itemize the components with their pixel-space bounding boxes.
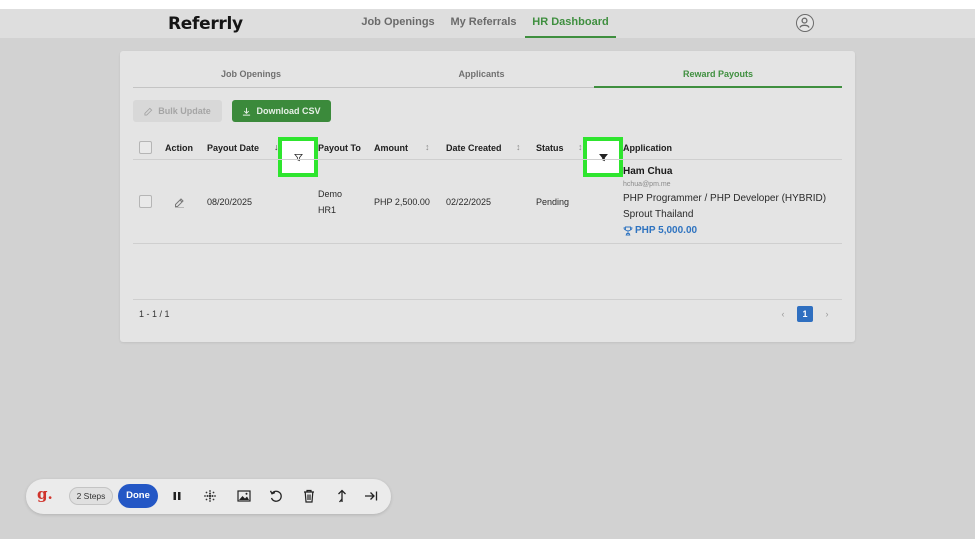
row-checkbox[interactable] [139, 195, 152, 208]
reward-amount: PHP 5,000.00 [635, 225, 698, 236]
download-csv-label: Download CSV [256, 106, 321, 116]
status-filter-highlight[interactable] [583, 137, 623, 177]
date-created-cell: 02/22/2025 [446, 197, 492, 207]
top-navbar: Referrly Job Openings My Referrals HR Da… [0, 9, 975, 38]
subtab-reward-payouts[interactable]: Reward Payouts [594, 63, 842, 88]
recorder-logo: g. [37, 485, 53, 503]
application-reward: PHP 5,000.00 [623, 225, 697, 236]
trash-icon[interactable] [300, 487, 318, 505]
share-arrow-icon[interactable] [333, 487, 351, 505]
download-csv-button[interactable]: Download CSV [232, 100, 331, 122]
pagination-prev-button[interactable]: ‹ [775, 306, 791, 322]
status-cell: Pending [536, 197, 570, 207]
edit-pencil-icon[interactable] [174, 195, 185, 213]
undo-icon[interactable] [267, 487, 285, 505]
pagination-next-button[interactable]: › [819, 306, 835, 322]
applicant-name[interactable]: Ham Chua [623, 166, 672, 177]
column-header-status[interactable]: Status [536, 143, 564, 153]
blur-icon[interactable] [201, 487, 219, 505]
user-circle-icon[interactable] [796, 14, 814, 32]
nav-hr-dashboard[interactable]: HR Dashboard [525, 9, 616, 38]
status-sort-icon[interactable]: ↕ [578, 142, 583, 152]
application-job-title: PHP Programmer / PHP Developer (HYBRID) [623, 193, 827, 204]
payout-to-line1: Demo [318, 189, 343, 199]
pagination-count: 1 - 1 / 1 [139, 309, 170, 319]
filter-filled-icon [598, 153, 608, 161]
column-header-date-created[interactable]: Date Created [446, 143, 502, 153]
footer-divider [133, 299, 842, 300]
bulk-update-label: Bulk Update [158, 106, 211, 116]
row-divider [133, 243, 842, 244]
screen-dim-overlay: Referrly Job Openings My Referrals HR Da… [0, 9, 975, 539]
bulk-update-button[interactable]: Bulk Update [133, 100, 222, 122]
dashboard-subtabs: Job Openings Applicants Reward Payouts [133, 63, 842, 88]
filter-outline-icon [293, 153, 303, 161]
amount-sort-icon[interactable]: ↕ [425, 142, 430, 152]
nav-job-openings[interactable]: Job Openings [357, 9, 439, 38]
amount-cell: PHP 2,500.00 [374, 197, 430, 207]
header-divider [133, 159, 842, 160]
pagination-page-1[interactable]: 1 [797, 306, 813, 322]
steps-counter[interactable]: 2 Steps [69, 487, 113, 505]
payout-to-line2: HR1 [318, 205, 337, 215]
payout-date-cell: 08/20/2025 [207, 197, 253, 207]
column-header-amount[interactable]: Amount [374, 143, 408, 153]
select-all-checkbox[interactable] [139, 141, 152, 154]
skip-to-end-icon[interactable] [362, 487, 380, 505]
column-header-action: Action [165, 143, 193, 153]
trophy-icon [623, 226, 633, 235]
download-icon [243, 107, 251, 116]
edit-icon [144, 107, 153, 116]
application-company: Sprout Thailand [623, 209, 694, 220]
column-header-payout-date[interactable]: Payout Date [207, 143, 259, 153]
done-button[interactable]: Done [118, 484, 158, 508]
column-header-payout-to[interactable]: Payout To [318, 143, 361, 153]
nav-my-referrals[interactable]: My Referrals [447, 9, 520, 38]
subtab-applicants[interactable]: Applicants [369, 63, 594, 88]
recorder-toolbar: g. 2 Steps Done [26, 479, 391, 514]
pause-icon[interactable] [168, 487, 186, 505]
column-header-application: Application [623, 143, 672, 153]
payout-date-filter-highlight[interactable] [278, 137, 318, 177]
reward-payouts-card: Job Openings Applicants Reward Payouts B… [120, 51, 855, 342]
image-icon[interactable] [235, 487, 253, 505]
date-created-sort-icon[interactable]: ↕ [516, 142, 521, 152]
app-logo[interactable]: Referrly [168, 14, 243, 34]
applicant-email: hchua@pm.me [623, 181, 671, 188]
subtab-job-openings[interactable]: Job Openings [133, 63, 369, 88]
